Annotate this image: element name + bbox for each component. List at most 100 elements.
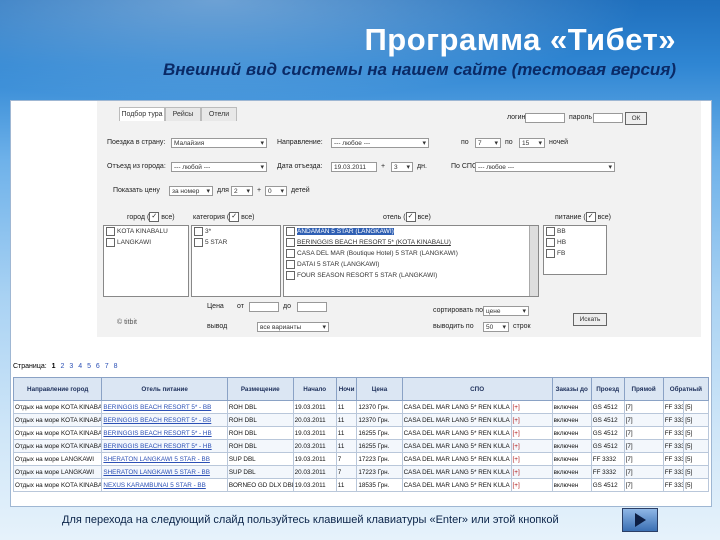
next-slide-button[interactable] [622,508,658,532]
table-cell: GS 4512 [590,439,625,453]
table-cell: CASA DEL MAR LANG 5* REN KULA [401,439,512,453]
hotel-checkbox[interactable] [286,226,295,236]
page-link[interactable]: 4 [78,363,82,370]
page-link[interactable]: 5 [87,363,91,370]
meal-checkbox[interactable] [546,226,555,236]
table-cell: ROH DBL [226,439,294,453]
list-item[interactable]: HB [544,237,606,248]
hotel-link[interactable]: BERINGGIS BEACH RESORT 5* - HB [103,430,211,437]
spo-select[interactable]: --- любое --- [475,162,615,172]
table-cell[interactable]: BERINGGIS BEACH RESORT 5* - HB [101,426,228,440]
table-cell: CASA DEL MAR LANG 5* REN KULA [401,452,512,466]
price-to-input[interactable] [297,302,327,312]
page-link[interactable]: 7 [105,363,109,370]
table-cell: 17223 Грн. [356,452,403,466]
page-link[interactable]: 2 [60,363,64,370]
adults-select[interactable]: 2 [231,186,253,196]
nights-from-select[interactable]: 7 [475,138,501,148]
table-cell: [7] [623,426,664,440]
page-link[interactable]: 3 [69,363,73,370]
list-item[interactable]: CASA DEL MAR (Boutique Hotel) 5 STAR (LA… [284,248,538,259]
nights-to-select[interactable]: 15 [519,138,545,148]
city-checkbox[interactable] [106,237,115,247]
output-per-select[interactable]: 50 [483,322,509,332]
table-cell[interactable]: BERINGGIS BEACH RESORT 5* - BB [101,400,228,414]
page-link[interactable]: 6 [96,363,100,370]
price-from-input[interactable] [249,302,279,312]
table-cell: включен [551,400,592,414]
table-cell: 16255 Грн. [356,426,403,440]
table-cell[interactable]: SHERATON LANGKAWI 5 STAR - BB [101,465,228,479]
direction-select[interactable]: --- любое --- [331,138,429,148]
hotel-link[interactable]: BERINGGIS BEACH RESORT 5* - HB [103,443,211,450]
departure-date-input[interactable]: 19.03.2011 [331,162,377,172]
password-input[interactable] [593,113,623,123]
table-cell[interactable]: BERINGGIS BEACH RESORT 5* - BB [101,413,228,427]
price-mode-select[interactable]: за номер [169,186,213,196]
meal-all-checkbox[interactable]: ✓ [585,212,596,222]
table-cell[interactable]: SHERATON LANGKAWI 5 STAR - BB [101,452,228,466]
login-ok-button[interactable]: ОК [625,112,647,125]
hotel-checkbox[interactable] [286,237,295,247]
list-item[interactable]: ANDAMAN 5 STAR (LANGKAWI) [284,226,538,237]
tab-hotels[interactable]: Отели [201,107,237,121]
list-item[interactable]: FB [544,248,606,259]
meal-checkbox[interactable] [546,237,555,247]
col-header: Отель питание [101,377,228,401]
nights-from-label: по [461,139,469,146]
table-cell: включен [551,439,592,453]
category-checkbox[interactable] [194,237,203,247]
output-select[interactable]: все варианты [257,322,329,332]
price-label: Цена [207,303,224,310]
meal-listbox[interactable]: BB HB FB [543,225,607,275]
category-checkbox[interactable] [194,226,203,236]
search-button[interactable]: Искать [573,313,607,326]
hotel-all-checkbox[interactable]: ✓ [405,212,416,222]
city-checkbox[interactable] [106,226,115,236]
list-item[interactable]: KOTA KINABALU [104,226,188,237]
hotel-link[interactable]: BERINGGIS BEACH RESORT 5* - BB [103,417,211,424]
col-header: Размещение [226,377,294,401]
titbit-logo: © titbit [117,319,137,326]
hotel-checkbox[interactable] [286,270,295,280]
list-item[interactable]: 3* [192,226,280,237]
hotel-link[interactable]: SHERATON LANGKAWI 5 STAR - BB [103,456,209,463]
hotel-checkbox[interactable] [286,259,295,269]
table-row: Отдых на море KOTA KINABALU BERINGGIS BEA… [12,400,709,414]
list-item[interactable]: 5 STAR [192,237,280,248]
tab-tour-search[interactable]: Подбор тура [119,107,165,121]
page-current: 1 [51,363,56,370]
list-item[interactable]: BB [544,226,606,237]
departure-city-select[interactable]: --- любой --- [171,162,267,172]
list-item[interactable]: BERINGGIS BEACH RESORT 5* (KOTA KINABALU… [284,237,538,248]
category-listbox[interactable]: 3* 5 STAR [191,225,281,297]
hotel-link[interactable]: BERINGGIS BEACH RESORT 5* - BB [103,404,211,411]
list-item[interactable]: DATAI 5 STAR (LANGKAWI) [284,259,538,270]
list-item[interactable]: FOUR SEASON RESORT 5 STAR (LANGKAWI) [284,270,538,281]
hotel-listbox[interactable]: ANDAMAN 5 STAR (LANGKAWI) BERINGGIS BEAC… [283,225,539,297]
hotel-checkbox[interactable] [286,248,295,258]
website-screenshot: Подбор тура Рейсы Отели логин пароль ОК … [10,100,712,507]
page-link[interactable]: 8 [114,363,118,370]
hotel-link[interactable]: NEXUS KARAMBUNAI 5 STAR - BB [103,482,205,489]
table-cell: SUP DBL [226,465,294,479]
list-item[interactable]: LANGKAWI [104,237,188,248]
category-all-checkbox[interactable]: ✓ [229,212,240,222]
country-select[interactable]: Малайзия [171,138,267,148]
city-all-checkbox[interactable]: ✓ [149,212,160,222]
slide-subtitle: Внешний вид системы на нашем сайте (тест… [163,60,676,79]
table-cell: GS 4512 [590,426,625,440]
date-spread-select[interactable]: 3 [391,162,413,172]
meal-checkbox[interactable] [546,248,555,258]
city-listbox[interactable]: KOTA KINABALU LANGKAWI [103,225,189,297]
sort-select[interactable]: цене [483,306,529,316]
table-cell[interactable]: BERINGGIS BEACH RESORT 5* - HB [101,439,228,453]
login-input[interactable] [525,113,565,123]
hotel-list-scrollbar[interactable] [529,226,538,296]
table-cell[interactable]: NEXUS KARAMBUNAI 5 STAR - BB [101,478,228,492]
table-cell: [+] [510,426,553,440]
tab-flights[interactable]: Рейсы [165,107,201,121]
children-select[interactable]: 0 [265,186,287,196]
hotel-link[interactable]: SHERATON LANGKAWI 5 STAR - BB [103,469,209,476]
table-row: Отдых на море KOTA KINABALU BERINGGIS BEA… [12,426,709,440]
